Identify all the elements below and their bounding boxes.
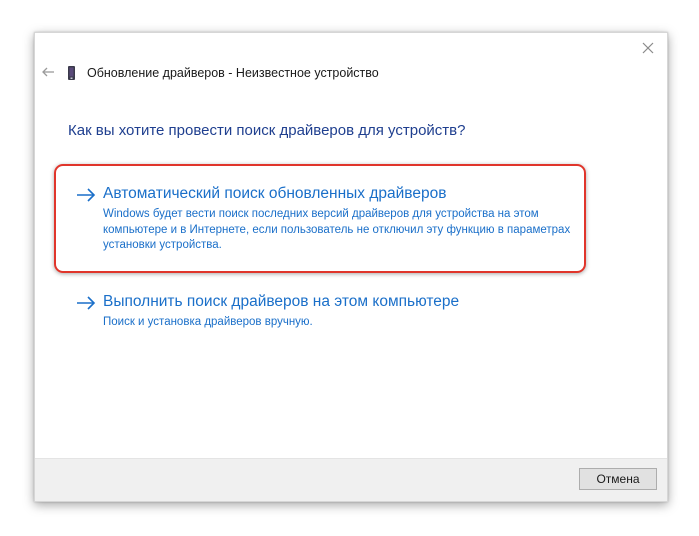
auto-search-description: Windows будет вести поиск последних верс…	[103, 208, 571, 251]
update-drivers-dialog: Обновление драйверов - Неизвестное устро…	[34, 32, 668, 502]
back-button[interactable]	[39, 65, 57, 83]
device-icon	[68, 66, 75, 80]
manual-search-option[interactable]: Выполнить поиск драйверов на этом компью…	[75, 293, 575, 333]
auto-search-option[interactable]: Автоматический поиск обновленных драйвер…	[75, 185, 575, 265]
back-arrow-icon	[42, 67, 54, 77]
cancel-button[interactable]: Отмена	[579, 468, 657, 490]
right-arrow-icon	[77, 296, 96, 310]
manual-search-title[interactable]: Выполнить поиск драйверов на этом компью…	[103, 293, 459, 311]
page-heading: Как вы хотите провести поиск драйверов д…	[68, 122, 466, 139]
close-icon	[642, 42, 654, 54]
dialog-header: Обновление драйверов - Неизвестное устро…	[35, 63, 667, 85]
screenshot-stage: Обновление драйверов - Неизвестное устро…	[0, 0, 699, 536]
right-arrow-icon	[77, 188, 96, 202]
dialog-footer: Отмена	[35, 458, 667, 501]
auto-search-title[interactable]: Автоматический поиск обновленных драйвер…	[103, 185, 446, 203]
dialog-title: Обновление драйверов - Неизвестное устро…	[87, 66, 379, 80]
close-button[interactable]	[637, 37, 659, 59]
manual-search-description: Поиск и установка драйверов вручную.	[103, 316, 313, 328]
